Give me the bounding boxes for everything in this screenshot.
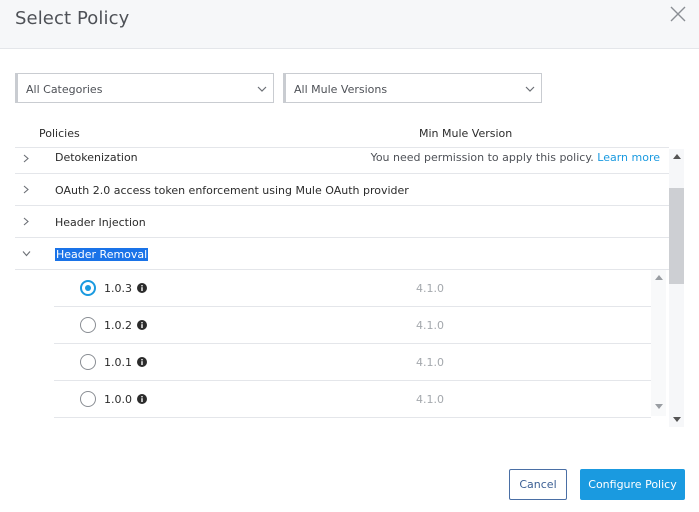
policy-name: OAuth 2.0 access token enforcement using…	[55, 184, 409, 197]
chevron-down-icon[interactable]	[22, 249, 31, 258]
configure-policy-button[interactable]: Configure Policy	[580, 469, 685, 500]
min-mule-version: 4.1.0	[416, 356, 444, 369]
scroll-up-icon[interactable]	[655, 274, 663, 280]
info-icon[interactable]	[137, 357, 147, 367]
permission-note: You need permission to apply this policy…	[371, 151, 660, 164]
min-mule-version: 4.1.0	[416, 393, 444, 406]
scroll-down-icon[interactable]	[655, 404, 663, 410]
policy-row-oauth[interactable]: OAuth 2.0 access token enforcement using…	[15, 174, 669, 206]
mule-version-select-value: All Mule Versions	[294, 83, 388, 96]
policy-row-header-injection[interactable]: Header Injection	[15, 206, 669, 238]
version-list-scrollbar[interactable]	[651, 270, 666, 416]
chevron-down-icon	[257, 86, 267, 92]
version-radio[interactable]	[80, 354, 96, 370]
version-row[interactable]: 1.0.3 4.1.0	[54, 270, 651, 307]
chevron-right-icon[interactable]	[22, 185, 31, 194]
version-row[interactable]: 1.0.1 4.1.0	[54, 344, 651, 381]
version-radio[interactable]	[80, 280, 96, 296]
policy-name: Header Removal	[55, 248, 149, 261]
permission-text: You need permission to apply this policy…	[370, 151, 594, 164]
scroll-up-icon[interactable]	[673, 153, 681, 159]
policy-row-detokenization[interactable]: Detokenization You need permission to ap…	[15, 141, 669, 174]
cancel-button[interactable]: Cancel	[509, 469, 567, 500]
chevron-down-icon	[525, 86, 535, 92]
category-select-value: All Categories	[26, 83, 103, 96]
min-mule-version: 4.1.0	[416, 282, 444, 295]
chevron-right-icon[interactable]	[22, 154, 31, 163]
info-icon[interactable]	[137, 283, 147, 293]
policy-row-header-removal[interactable]: Header Removal	[15, 238, 669, 270]
min-mule-version: 4.1.0	[416, 319, 444, 332]
version-label: 1.0.3	[104, 282, 132, 295]
version-row[interactable]: 1.0.0 4.1.0	[54, 381, 651, 418]
version-label: 1.0.0	[104, 393, 132, 406]
dialog-title: Select Policy	[15, 8, 130, 29]
column-header-min-mule-version: Min Mule Version	[419, 127, 513, 140]
policy-list-scroll-thumb[interactable]	[669, 188, 684, 284]
info-icon[interactable]	[137, 320, 147, 330]
chevron-right-icon[interactable]	[22, 217, 31, 226]
policy-name: Detokenization	[55, 151, 138, 164]
version-radio[interactable]	[80, 317, 96, 333]
version-row[interactable]: 1.0.2 4.1.0	[54, 307, 651, 344]
column-header-policies: Policies	[39, 127, 80, 140]
mule-version-select[interactable]: All Mule Versions	[283, 73, 542, 103]
scroll-down-icon[interactable]	[673, 417, 681, 423]
learn-more-link[interactable]: Learn more	[597, 151, 660, 164]
version-radio[interactable]	[80, 391, 96, 407]
version-label: 1.0.1	[104, 356, 132, 369]
close-icon[interactable]	[668, 4, 688, 24]
policy-name: Header Injection	[55, 216, 146, 229]
category-select[interactable]: All Categories	[15, 73, 274, 103]
dialog-header: Select Policy	[0, 0, 699, 49]
info-icon[interactable]	[137, 394, 147, 404]
version-label: 1.0.2	[104, 319, 132, 332]
